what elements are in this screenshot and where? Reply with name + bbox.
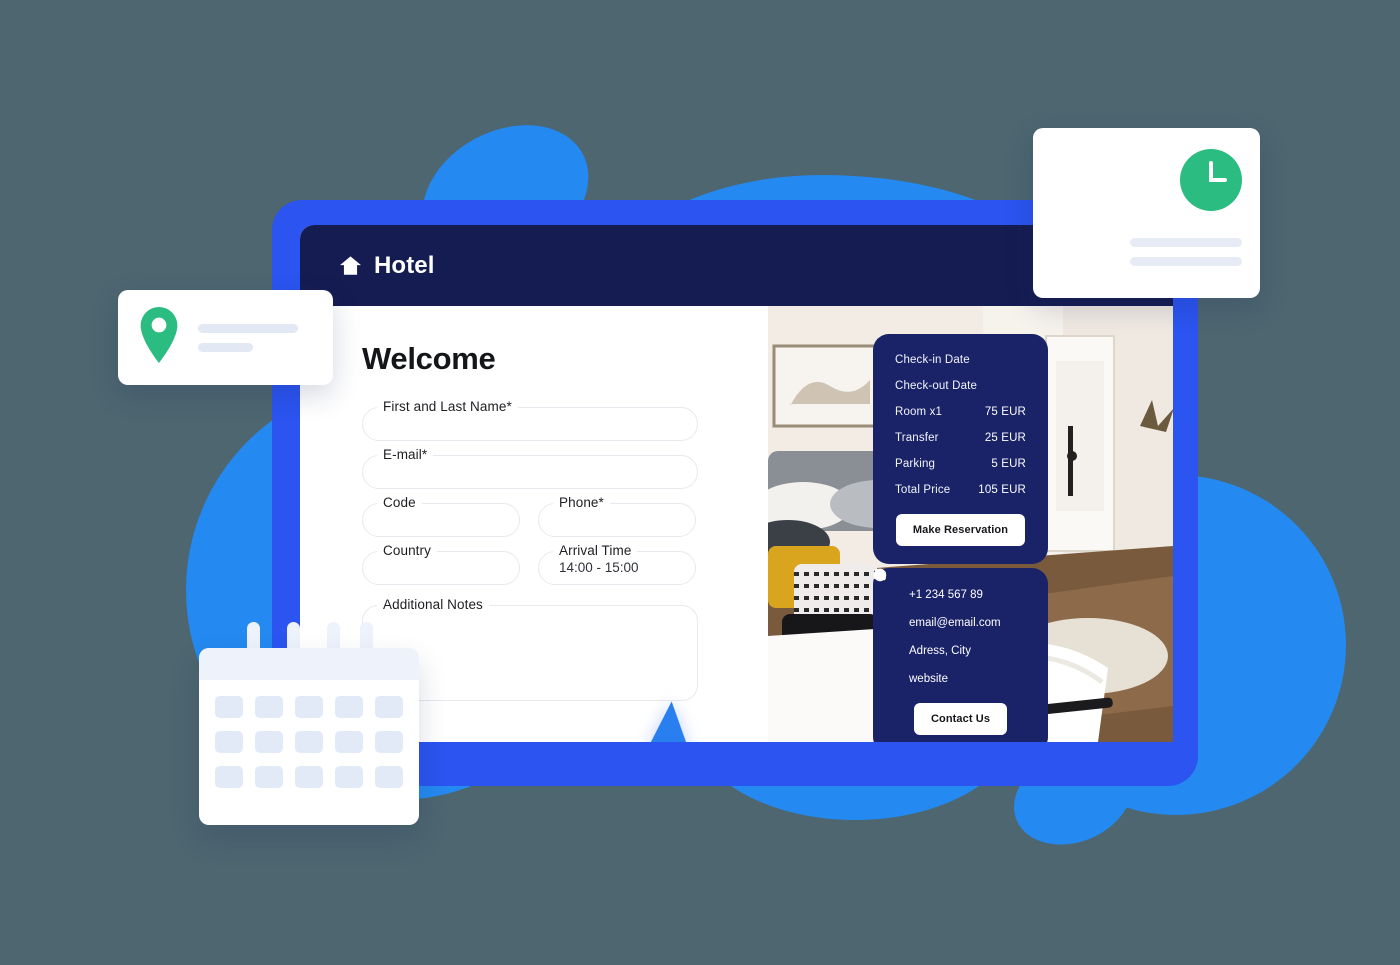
placeholder-bar: [1130, 257, 1242, 266]
calendar-cell: [335, 696, 363, 718]
summary-row: Check-in Date: [895, 354, 1026, 366]
placeholder-bar: [198, 323, 298, 333]
calendar-icon: [199, 648, 419, 825]
field-value: 14:00 - 15:00: [559, 560, 639, 575]
field-label: Additional Notes: [377, 597, 489, 612]
contact-text: website: [909, 673, 948, 685]
field-label: First and Last Name*: [377, 399, 518, 414]
calendar-cell: [375, 731, 403, 753]
summary-value: 105 EUR: [978, 484, 1026, 496]
first-last-name-field[interactable]: First and Last Name*: [362, 399, 698, 441]
clock-floating-card: [1033, 128, 1260, 298]
calendar-cell: [215, 696, 243, 718]
browser-window: Hotel Welcome First and Last Name* E-mai…: [300, 225, 1173, 742]
calendar-header: [199, 648, 419, 680]
arrival-time-field[interactable]: Arrival Time 14:00 - 15:00: [538, 543, 696, 585]
calendar-cell: [375, 696, 403, 718]
location-pin-icon: [138, 305, 180, 370]
calendar-cell: [255, 696, 283, 718]
summary-label: Transfer: [895, 432, 939, 444]
location-floating-card: [118, 290, 333, 385]
field-label: Arrival Time: [553, 543, 638, 558]
home-icon: [340, 255, 361, 276]
summary-row: Parking 5 EUR: [895, 458, 1026, 470]
summary-value: 5 EUR: [991, 458, 1026, 470]
contact-text: +1 234 567 89: [909, 589, 983, 601]
contact-item-website[interactable]: website: [873, 568, 1026, 685]
calendar-cell: [335, 766, 363, 788]
contact-card: +1 234 567 89 email@email.com Adress, Ci…: [873, 568, 1048, 742]
summary-label: Total Price: [895, 484, 951, 496]
mouse-pointer-icon: [645, 700, 717, 742]
summary-row: Transfer 25 EUR: [895, 432, 1026, 444]
code-field[interactable]: Code: [362, 495, 520, 537]
placeholder-bars: [198, 323, 298, 352]
summary-label: Check-in Date: [895, 354, 970, 366]
brand-title: Hotel: [374, 251, 435, 279]
calendar-cell: [295, 766, 323, 788]
booking-summary-card: Check-in Date Check-out Date Room x1 75 …: [873, 334, 1048, 564]
summary-value: 75 EUR: [984, 406, 1026, 418]
brand[interactable]: Hotel: [340, 252, 435, 280]
calendar-cell: [255, 766, 283, 788]
calendar-grid: [199, 680, 419, 788]
field-label: E-mail*: [377, 447, 434, 462]
clock-icon: [1180, 149, 1242, 211]
placeholder-bars: [1130, 238, 1242, 266]
calendar-cell: [335, 731, 363, 753]
summary-row: Check-out Date: [895, 380, 1026, 392]
calendar-cell: [255, 731, 283, 753]
make-reservation-button[interactable]: Make Reservation: [895, 514, 1026, 546]
phone-field[interactable]: Phone*: [538, 495, 696, 537]
contact-text: email@email.com: [909, 617, 1001, 629]
summary-label: Parking: [895, 458, 936, 470]
summary-value: 25 EUR: [984, 432, 1026, 444]
contact-item-address[interactable]: Adress, City: [875, 568, 1026, 657]
contact-item-email[interactable]: email@email.com: [873, 570, 1026, 629]
contact-us-button[interactable]: Contact Us: [913, 703, 1008, 735]
illustration-stage: Hotel Welcome First and Last Name* E-mai…: [0, 0, 1400, 965]
country-field[interactable]: Country: [362, 543, 520, 585]
placeholder-bar: [198, 342, 253, 352]
room-photo: Check-in Date Check-out Date Room x1 75 …: [768, 306, 1173, 742]
calendar-cell: [295, 696, 323, 718]
placeholder-bar: [1130, 238, 1242, 247]
summary-label: Check-out Date: [895, 380, 977, 392]
calendar-cell: [215, 766, 243, 788]
email-field[interactable]: E-mail*: [362, 447, 698, 489]
calendar-cell: [295, 731, 323, 753]
contact-item-phone[interactable]: +1 234 567 89: [874, 569, 1026, 601]
calendar-cell: [215, 731, 243, 753]
field-label: Code: [377, 495, 422, 510]
summary-row: Total Price 105 EUR: [895, 484, 1026, 496]
field-label: Phone*: [553, 495, 610, 510]
summary-label: Room x1: [895, 406, 943, 418]
contact-text: Adress, City: [909, 645, 971, 657]
field-label: Country: [377, 543, 437, 558]
calendar-cell: [375, 766, 403, 788]
page-title: Welcome: [362, 341, 496, 376]
summary-row: Room x1 75 EUR: [895, 406, 1026, 418]
